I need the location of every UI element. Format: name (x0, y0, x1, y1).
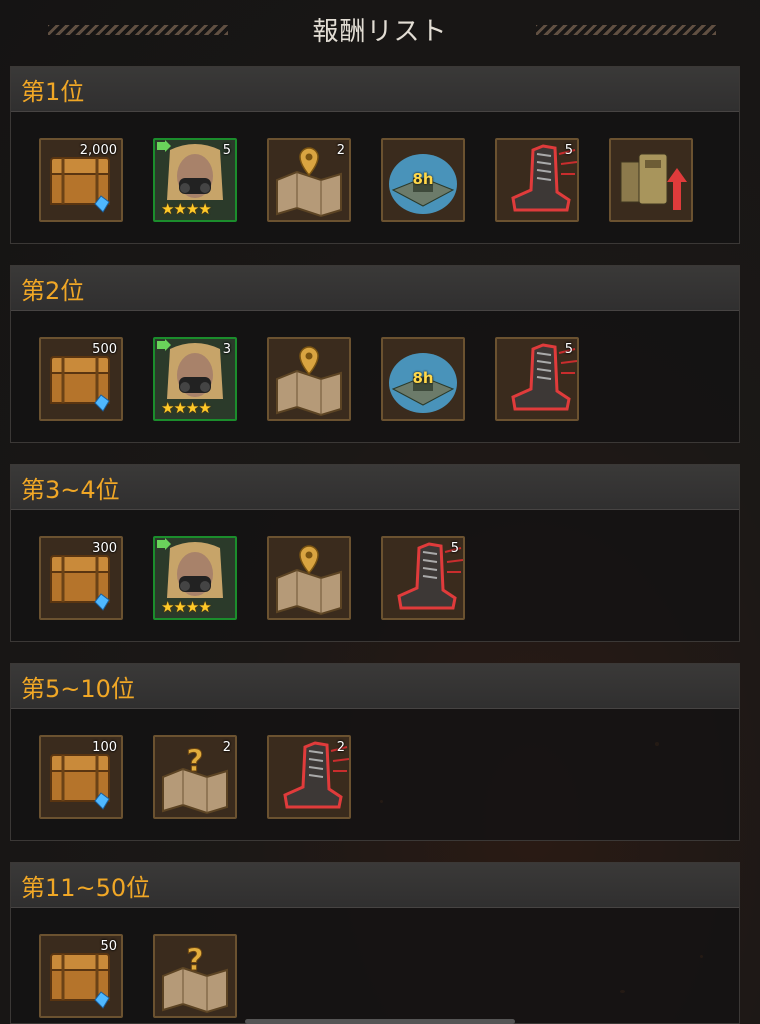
reward-item-hero[interactable]: ★★★★ 5 (153, 138, 237, 222)
scroll-indicator[interactable] (245, 1019, 515, 1024)
reward-item-boot[interactable]: 5 (495, 138, 579, 222)
tier-rank-label: 第2位 (21, 276, 85, 305)
item-count: 2 (336, 740, 345, 755)
reward-item-map-pin[interactable]: 2 (267, 138, 351, 222)
reward-item-chest[interactable]: 500 (39, 337, 123, 421)
item-count: 100 (92, 740, 117, 755)
item-count: 2 (336, 143, 345, 158)
item-count: 50 (100, 939, 117, 954)
tier-rank-label: 第5~10位 (21, 674, 135, 703)
reward-item-upgrade[interactable] (609, 138, 693, 222)
reward-item-dome[interactable]: 8h (381, 138, 465, 222)
reward-items: 300 ★★★★ 5 (39, 536, 465, 620)
duration-badge: 8h (412, 369, 434, 387)
tier-header: 第5~10位 (11, 664, 739, 709)
reward-items: 100 ? 2 2 (39, 735, 351, 819)
reward-tier-section: 第3~4位 300 ★★★★ 5 (10, 464, 740, 642)
item-count: 300 (92, 541, 117, 556)
reward-item-chest[interactable]: 2,000 (39, 138, 123, 222)
reward-item-map-question[interactable]: ? 2 (153, 735, 237, 819)
reward-items: 50 ? (39, 934, 237, 1018)
item-count: 500 (92, 342, 117, 357)
header-decoration-right (536, 25, 716, 35)
tier-rank-label: 第11~50位 (21, 873, 151, 902)
reward-item-chest[interactable]: 100 (39, 735, 123, 819)
star-rating: ★★★★ (161, 598, 212, 616)
item-count: 2,000 (79, 143, 117, 158)
reward-tier-section: 第2位 500 ★★★★ 3 8h 5 (10, 265, 740, 443)
item-count: 2 (222, 740, 231, 755)
reward-tier-section: 第5~10位 100 ? 2 2 (10, 663, 740, 841)
item-count: 5 (222, 143, 231, 158)
tier-header: 第11~50位 (11, 863, 739, 908)
item-count: 3 (222, 342, 231, 357)
tier-rank-label: 第3~4位 (21, 475, 120, 504)
page-title: 報酬リスト (312, 16, 448, 47)
reward-item-dome[interactable]: 8h (381, 337, 465, 421)
reward-item-boot[interactable]: 5 (495, 337, 579, 421)
reward-items: 500 ★★★★ 3 8h 5 (39, 337, 579, 421)
item-count: 5 (450, 541, 459, 556)
item-count: 5 (564, 143, 573, 158)
reward-item-chest[interactable]: 50 (39, 934, 123, 1018)
reward-item-map-pin[interactable] (267, 536, 351, 620)
reward-item-boot[interactable]: 2 (267, 735, 351, 819)
reward-tier-section: 第1位 2,000 ★★★★ 5 2 8h 5 (10, 66, 740, 244)
reward-item-map-question[interactable]: ? (153, 934, 237, 1018)
reward-tier-section: 第11~50位 50 ? (10, 862, 740, 1024)
duration-badge: 8h (412, 170, 434, 188)
reward-item-map-pin[interactable] (267, 337, 351, 421)
star-rating: ★★★★ (161, 399, 212, 417)
reward-items: 2,000 ★★★★ 5 2 8h 5 (39, 138, 693, 222)
reward-item-hero[interactable]: ★★★★ (153, 536, 237, 620)
tier-header: 第2位 (11, 266, 739, 311)
tier-header: 第1位 (11, 67, 739, 112)
svg-text:?: ? (186, 943, 203, 978)
star-rating: ★★★★ (161, 200, 212, 218)
tier-rank-label: 第1位 (21, 77, 85, 106)
header-decoration-left (48, 25, 228, 35)
header: 報酬リスト (0, 0, 760, 58)
reward-item-boot[interactable]: 5 (381, 536, 465, 620)
reward-item-hero[interactable]: ★★★★ 3 (153, 337, 237, 421)
tier-header: 第3~4位 (11, 465, 739, 510)
svg-text:?: ? (186, 744, 203, 779)
item-count: 5 (564, 342, 573, 357)
reward-item-chest[interactable]: 300 (39, 536, 123, 620)
